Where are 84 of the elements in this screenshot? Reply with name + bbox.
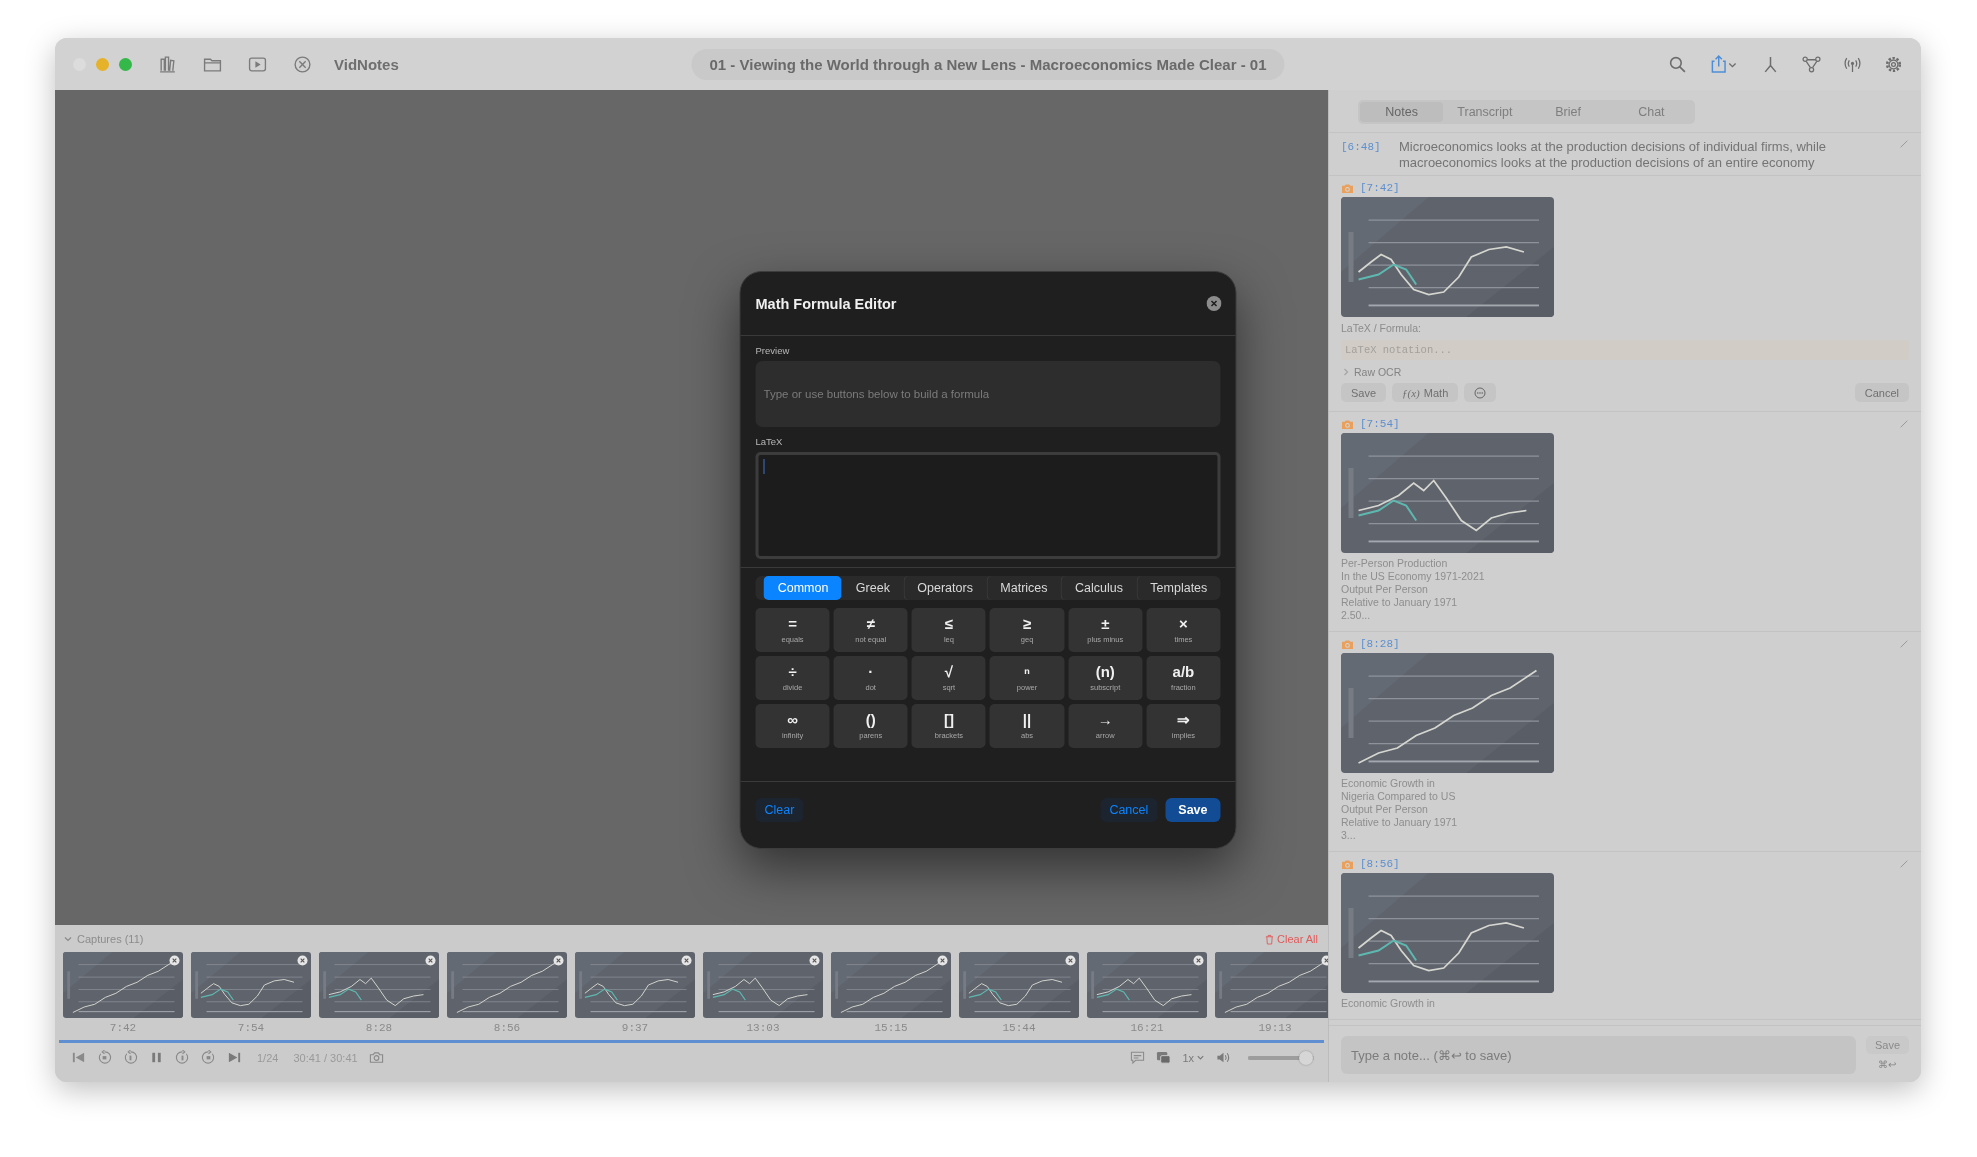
pencil-icon[interactable] — [1899, 419, 1909, 429]
close-icon[interactable] — [681, 955, 692, 966]
forward-icon[interactable] — [201, 1050, 216, 1065]
more-button[interactable] — [1464, 383, 1497, 402]
camera-icon — [1341, 418, 1354, 430]
shortcut-hint: ⌘↩ — [1878, 1059, 1897, 1070]
more-icon — [1474, 386, 1487, 399]
caption-line: Relative to January 1971 — [1341, 596, 1459, 609]
dialog-title: Math Formula Editor — [755, 295, 897, 312]
caption-line: Per-Person Production — [1341, 557, 1449, 570]
trash-icon — [1265, 933, 1275, 945]
pencil-icon[interactable] — [1899, 859, 1909, 869]
camera-icon[interactable] — [368, 1050, 384, 1065]
save-button[interactable]: Save — [1165, 798, 1221, 822]
library-icon[interactable] — [158, 54, 177, 74]
pencil-icon[interactable] — [1899, 139, 1909, 149]
camera-icon — [1341, 182, 1354, 194]
capture-time: 8:56 — [493, 1022, 521, 1034]
chevron-icon — [1341, 367, 1351, 377]
caption-line: 2.50... — [1341, 609, 1372, 622]
rewind-icon[interactable] — [123, 1050, 138, 1065]
caption-line: Economic Growth in — [1341, 777, 1436, 790]
close-icon[interactable] — [937, 955, 948, 966]
preview-field[interactable]: Type or use buttons below to build a formula — [755, 361, 1221, 427]
caption-line: In the US Economy 1971-2021 — [1341, 570, 1485, 583]
caret-icon — [1196, 1053, 1205, 1062]
nodes-icon[interactable] — [1802, 54, 1821, 74]
close-icon[interactable] — [425, 955, 436, 966]
share-icon[interactable] — [1709, 54, 1739, 74]
category-tab[interactable]: Greek — [841, 576, 904, 600]
caption-line: Output Per Person — [1341, 803, 1429, 816]
pencil-icon[interactable] — [1899, 639, 1909, 649]
capture-time: 8:28 — [365, 1022, 393, 1034]
category-tab[interactable]: Templates — [1136, 576, 1221, 600]
close-icon[interactable] — [1193, 955, 1204, 966]
latex-label: LaTeX — [755, 436, 784, 447]
caption-line: Relative to January 1971 — [1341, 816, 1458, 829]
capture-time: 15:15 — [874, 1022, 908, 1034]
note-text: Microeconomics looks at the production decisions of individual firms, while macroeconomics looks at the production decisions of an entire economy — [1399, 139, 1828, 171]
volume-thumb[interactable] — [1299, 1050, 1314, 1065]
capture-time: 7:54 — [237, 1022, 265, 1034]
caption-line: Nigeria Compared to US — [1341, 790, 1457, 803]
window-title: 01 - Viewing the World through a New Lens - Macroeconomics Made Clear - 01 — [691, 48, 1285, 80]
latex-field[interactable] — [755, 452, 1221, 559]
skip-back-icon[interactable] — [71, 1050, 86, 1065]
category-tab[interactable]: Calculus — [1060, 576, 1137, 600]
forward-icon[interactable] — [175, 1050, 190, 1065]
volume-icon[interactable] — [1216, 1050, 1231, 1065]
category-tab[interactable]: Common — [763, 576, 842, 600]
camera-icon — [1341, 638, 1354, 650]
cancel-button[interactable]: Cancel — [1100, 798, 1158, 822]
clear-button[interactable]: Clear — [755, 798, 804, 822]
caption-line: 3... — [1341, 829, 1357, 842]
note-input[interactable]: Type a note... (⌘↩ to save) — [1341, 1036, 1856, 1074]
app-name: VidNotes — [334, 55, 399, 73]
capture-time: 15:44 — [1002, 1022, 1036, 1034]
capture-time: 9:37 — [621, 1022, 649, 1034]
caption-line: Economic Growth in — [1341, 997, 1435, 1010]
camera-icon — [1341, 858, 1354, 870]
zoom-window-button[interactable] — [119, 57, 132, 71]
close-icon[interactable] — [169, 955, 180, 966]
skip-forward-icon[interactable] — [227, 1050, 242, 1065]
formula-label: LaTeX / Formula: — [1341, 322, 1421, 334]
close-icon[interactable] — [1206, 296, 1222, 311]
close-circle-icon[interactable] — [293, 54, 312, 74]
video-icon[interactable] — [248, 54, 267, 74]
caption-line: Output Per Person — [1341, 583, 1429, 596]
settings-icon[interactable] — [1884, 54, 1903, 74]
capture-time: 19:13 — [1258, 1022, 1292, 1034]
close-icon[interactable] — [553, 955, 564, 966]
picture-in-picture-icon[interactable] — [1156, 1050, 1172, 1065]
category-tab[interactable]: Operators — [903, 576, 987, 600]
category-tab[interactable]: Matrices — [986, 576, 1061, 600]
search-icon[interactable] — [1668, 54, 1687, 74]
close-icon[interactable] — [809, 955, 820, 966]
capture-time: 7:42 — [109, 1022, 137, 1034]
rewind-icon[interactable] — [97, 1050, 112, 1065]
capture-time: 16:21 — [1130, 1022, 1164, 1034]
pause-icon[interactable] — [149, 1050, 164, 1065]
preview-label: Preview — [755, 345, 791, 356]
capture-time: 13:03 — [746, 1022, 780, 1034]
chat-bubble-icon[interactable] — [1130, 1050, 1146, 1065]
close-icon[interactable] — [1065, 955, 1076, 966]
close-icon[interactable] — [297, 955, 308, 966]
